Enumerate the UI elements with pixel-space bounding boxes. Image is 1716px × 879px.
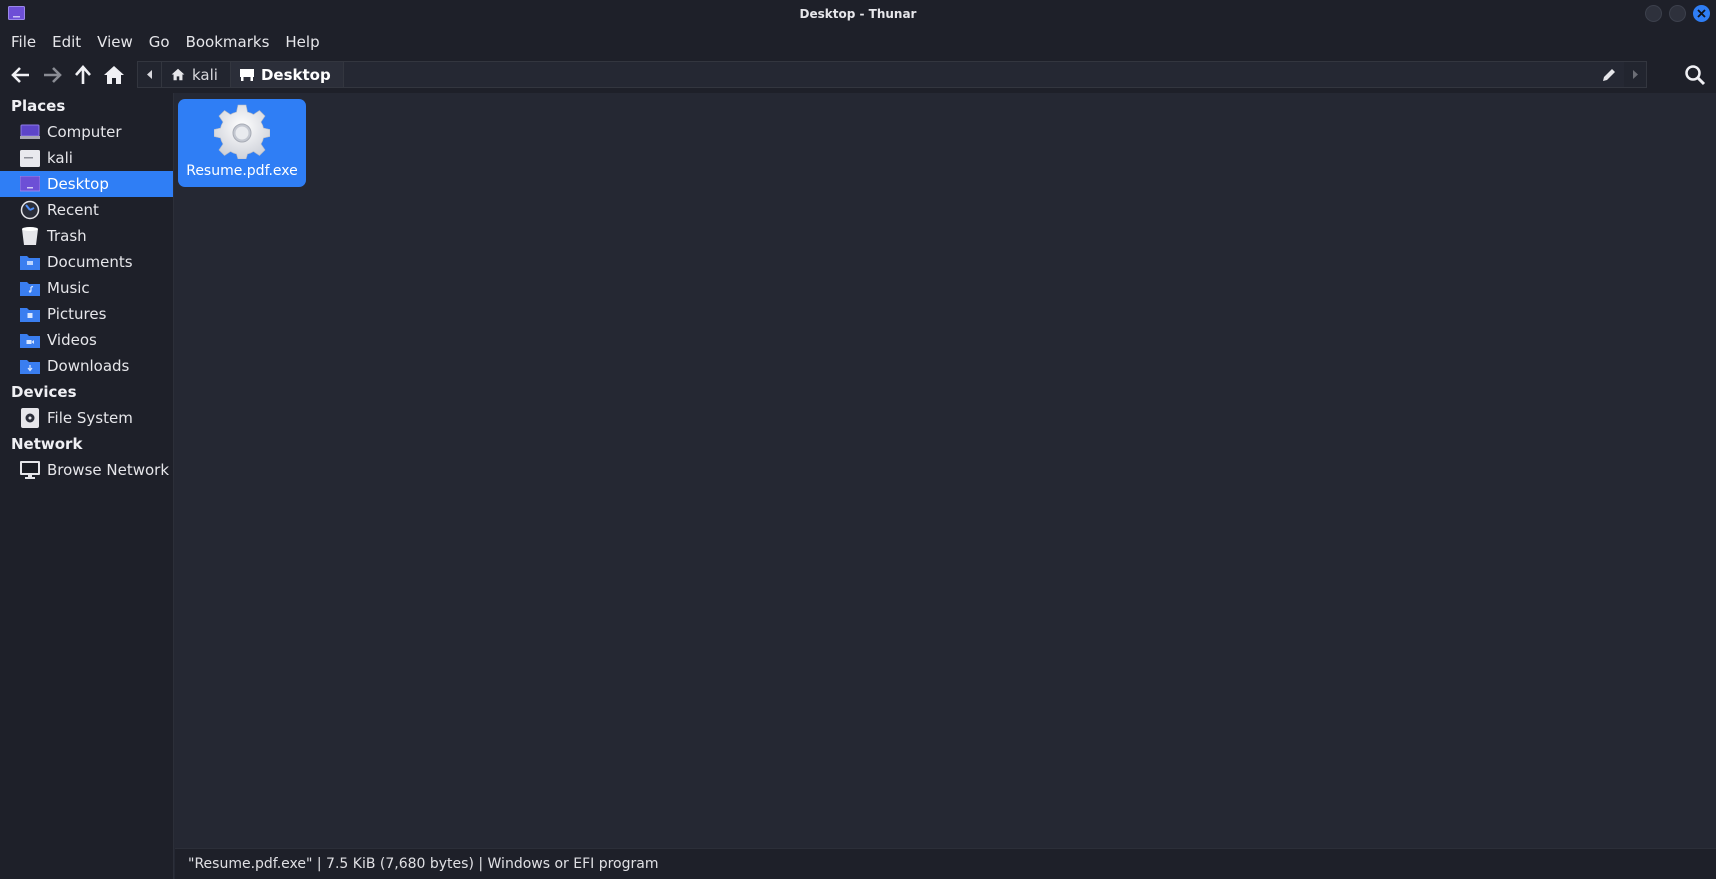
menu-file[interactable]: File xyxy=(3,27,44,57)
close-icon xyxy=(1697,9,1706,18)
documents-folder-icon xyxy=(20,252,40,272)
file-item[interactable]: Resume.pdf.exe xyxy=(178,99,306,187)
network-icon xyxy=(20,460,40,480)
pictures-folder-icon xyxy=(20,304,40,324)
status-text: "Resume.pdf.exe" | 7.5 KiB (7,680 bytes)… xyxy=(188,856,659,872)
title-bar: Desktop - Thunar xyxy=(0,0,1716,27)
network-heading: Network xyxy=(11,435,83,453)
toolbar: kali Desktop xyxy=(0,57,1716,93)
back-button[interactable] xyxy=(5,60,36,91)
up-button[interactable] xyxy=(67,60,98,91)
menu-edit[interactable]: Edit xyxy=(44,27,89,57)
home-button[interactable] xyxy=(98,60,129,91)
pencil-icon xyxy=(1603,68,1615,81)
sidebar-item-file-system[interactable]: File System xyxy=(0,405,173,431)
forward-button[interactable] xyxy=(36,60,67,91)
status-bar: "Resume.pdf.exe" | 7.5 KiB (7,680 bytes)… xyxy=(175,848,1716,879)
sidebar-item-label: File System xyxy=(47,409,133,427)
menu-help[interactable]: Help xyxy=(277,27,327,57)
chevron-right-icon xyxy=(1633,70,1638,79)
desktop-icon xyxy=(20,174,40,194)
home-icon xyxy=(103,66,124,84)
sidebar-item-music[interactable]: Music xyxy=(0,275,173,301)
path-scroll-right-button[interactable] xyxy=(1624,62,1646,87)
sidebar-item-desktop[interactable]: Desktop xyxy=(0,171,173,197)
arrow-left-icon xyxy=(10,67,29,83)
videos-folder-icon xyxy=(20,330,40,350)
desktop-icon xyxy=(239,68,254,81)
sidebar-item-browse-network[interactable]: Browse Network xyxy=(0,457,173,483)
arrow-up-icon xyxy=(74,65,91,84)
file-view[interactable]: Resume.pdf.exe xyxy=(175,93,1716,848)
trash-icon xyxy=(20,226,40,246)
sidebar: Places Computer kali Desktop Recent Tras… xyxy=(0,93,174,879)
downloads-folder-icon xyxy=(20,356,40,376)
menu-bar: File Edit View Go Bookmarks Help xyxy=(0,27,1716,57)
file-name: Resume.pdf.exe xyxy=(186,163,298,179)
places-heading: Places xyxy=(11,97,66,115)
home-folder-icon xyxy=(20,148,40,168)
menu-go[interactable]: Go xyxy=(141,27,178,57)
app-icon xyxy=(8,6,25,20)
gear-icon xyxy=(214,104,270,159)
location-bar: kali Desktop xyxy=(137,61,1647,88)
sidebar-item-label: Browse Network xyxy=(47,461,170,479)
drive-icon xyxy=(20,408,40,428)
sidebar-item-label: Documents xyxy=(47,253,133,271)
chevron-left-icon xyxy=(146,70,152,79)
close-button[interactable] xyxy=(1693,5,1710,22)
search-button[interactable] xyxy=(1680,60,1710,90)
window-title: Desktop - Thunar xyxy=(799,6,917,21)
minimize-button[interactable] xyxy=(1645,5,1662,22)
sidebar-item-label: Recent xyxy=(47,201,99,219)
path-scroll-left-button[interactable] xyxy=(138,62,162,87)
breadcrumb-kali[interactable]: kali xyxy=(162,62,231,87)
thunar-window: Desktop - Thunar File Edit View Go Bookm… xyxy=(0,0,1716,879)
breadcrumb-desktop[interactable]: Desktop xyxy=(230,62,344,87)
menu-bookmarks[interactable]: Bookmarks xyxy=(178,27,278,57)
search-icon xyxy=(1685,65,1706,86)
sidebar-item-trash[interactable]: Trash xyxy=(0,223,173,249)
devices-heading: Devices xyxy=(11,383,77,401)
maximize-button[interactable] xyxy=(1669,5,1686,22)
breadcrumb-label: Desktop xyxy=(260,65,331,84)
home-icon xyxy=(171,68,185,81)
sidebar-item-label: Desktop xyxy=(47,175,109,193)
sidebar-item-label: Videos xyxy=(47,331,97,349)
sidebar-item-label: Pictures xyxy=(47,305,107,323)
sidebar-item-videos[interactable]: Videos xyxy=(0,327,173,353)
sidebar-item-label: kali xyxy=(47,149,73,167)
window-controls xyxy=(1645,5,1710,22)
sidebar-item-kali[interactable]: kali xyxy=(0,145,173,171)
sidebar-item-label: Computer xyxy=(47,123,122,141)
sidebar-item-downloads[interactable]: Downloads xyxy=(0,353,173,379)
music-folder-icon xyxy=(20,278,40,298)
arrow-right-icon xyxy=(43,67,62,83)
sidebar-item-recent[interactable]: Recent xyxy=(0,197,173,223)
sidebar-item-pictures[interactable]: Pictures xyxy=(0,301,173,327)
computer-icon xyxy=(20,122,40,142)
menu-view[interactable]: View xyxy=(89,27,141,57)
sidebar-item-label: Downloads xyxy=(47,357,130,375)
recent-icon xyxy=(20,200,40,220)
sidebar-item-label: Trash xyxy=(47,227,87,245)
sidebar-item-computer[interactable]: Computer xyxy=(0,119,173,145)
sidebar-item-documents[interactable]: Documents xyxy=(0,249,173,275)
sidebar-item-label: Music xyxy=(47,279,90,297)
edit-location-button[interactable] xyxy=(1594,62,1624,87)
breadcrumb-label: kali xyxy=(192,65,218,84)
path-entry[interactable] xyxy=(343,62,1594,87)
